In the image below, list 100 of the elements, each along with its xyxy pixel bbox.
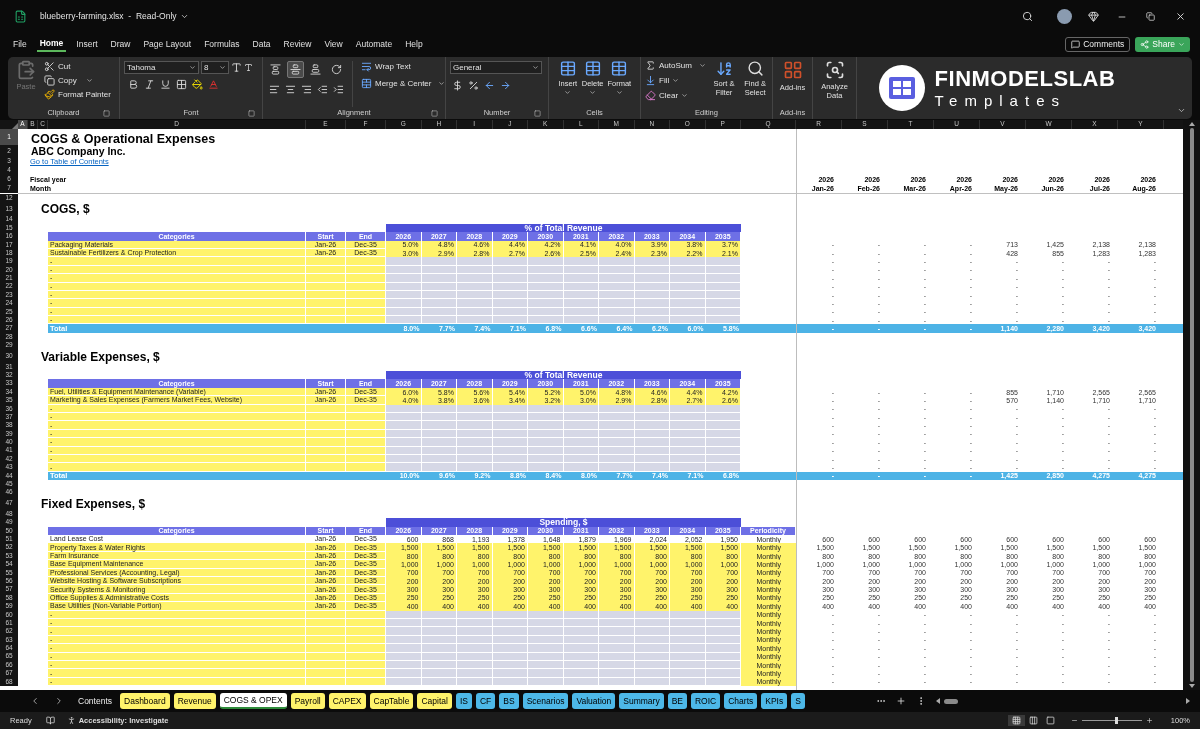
restore-icon[interactable] xyxy=(1146,12,1155,21)
menu-tab[interactable]: File xyxy=(10,36,30,52)
eraser-icon[interactable] xyxy=(645,90,656,101)
view-icon[interactable] xyxy=(1028,716,1038,725)
copy-button[interactable]: Copy xyxy=(44,75,111,86)
number-format-field[interactable]: General xyxy=(450,61,542,74)
sheet-tab[interactable]: Scenarios xyxy=(522,693,569,709)
rotate-icon[interactable] xyxy=(331,64,342,75)
comment-icon[interactable] xyxy=(1071,39,1081,49)
view-icon[interactable] xyxy=(1011,716,1021,725)
sheet-tab[interactable]: KPIs xyxy=(761,693,788,709)
sheet-tab[interactable]: Revenue xyxy=(173,693,216,709)
sheet-tab[interactable]: Dashboard xyxy=(120,693,170,709)
caret-icon[interactable] xyxy=(438,80,446,87)
menu-tab[interactable]: Automate xyxy=(352,36,396,52)
menu-tab[interactable]: View xyxy=(321,36,346,52)
menu-tab[interactable]: Page Layout xyxy=(140,36,195,52)
sheet-tab[interactable]: CapTable xyxy=(369,693,414,709)
sheet-tab[interactable]: S xyxy=(791,693,805,709)
caret-icon[interactable] xyxy=(189,64,196,71)
paintbrush-icon[interactable] xyxy=(44,89,55,100)
dialog-launcher-icon[interactable] xyxy=(248,109,255,117)
copy-icon[interactable] xyxy=(44,75,55,86)
sheet-tab[interactable]: Summary xyxy=(619,693,664,709)
sigma-icon[interactable] xyxy=(645,60,656,71)
next-sheet-icon[interactable] xyxy=(54,696,64,706)
gem-icon[interactable] xyxy=(1088,11,1099,22)
align-left-icon[interactable] xyxy=(269,84,280,95)
sheet-tab[interactable]: CAPEX xyxy=(328,693,366,709)
sheet-tab[interactable]: COGS & OPEX xyxy=(219,693,287,709)
menu-tab[interactable]: Insert xyxy=(73,36,101,52)
menu-tab[interactable]: Help xyxy=(402,36,426,52)
caret-icon[interactable] xyxy=(85,77,93,84)
vertical-scrollbar[interactable] xyxy=(1183,120,1200,690)
view-button[interactable] xyxy=(1007,715,1025,726)
dialog-launcher-icon[interactable] xyxy=(103,109,110,117)
caret-icon[interactable] xyxy=(615,88,623,96)
merge-center-button[interactable]: Merge & Center xyxy=(361,78,446,89)
sheet-tab[interactable]: IS xyxy=(455,693,472,709)
sheet-tab[interactable]: Valuation xyxy=(572,693,616,709)
align-center-icon[interactable] xyxy=(285,84,296,95)
search-icon[interactable] xyxy=(1022,11,1033,22)
dialog-launcher-icon[interactable] xyxy=(534,109,541,117)
zoom-slider[interactable] xyxy=(1081,717,1142,724)
menu-tab[interactable]: Draw xyxy=(107,36,134,52)
format-painter-button[interactable]: Format Painter xyxy=(44,89,111,100)
letter-icon[interactable] xyxy=(231,62,242,73)
caret-icon[interactable] xyxy=(564,88,572,96)
letter-icon[interactable] xyxy=(244,63,253,72)
add-sheet-icon[interactable] xyxy=(896,696,906,706)
align-right-icon[interactable] xyxy=(301,84,312,95)
close-icon[interactable] xyxy=(1175,11,1186,22)
previous-sheet-icon[interactable] xyxy=(30,696,40,706)
merge-cells-icon[interactable] xyxy=(361,78,372,89)
collapse-icon[interactable] xyxy=(1177,106,1186,115)
zoom-in-icon[interactable] xyxy=(1145,717,1153,724)
menu-tab[interactable]: Home xyxy=(36,36,67,52)
italic-icon[interactable] xyxy=(144,79,155,90)
arrow-right-icon[interactable] xyxy=(500,80,511,91)
bold-icon[interactable] xyxy=(128,79,139,90)
wrap-text-button[interactable]: Wrap Text xyxy=(361,61,446,72)
cut-button[interactable]: Cut xyxy=(44,61,111,72)
caret-icon[interactable] xyxy=(219,64,226,71)
horizontal-scrollbar[interactable] xyxy=(936,697,1190,705)
underline-icon[interactable] xyxy=(160,79,171,90)
autosum-button[interactable]: AutoSum xyxy=(645,60,706,71)
search-icon[interactable] xyxy=(746,60,764,77)
sheet-tab[interactable]: Capital xyxy=(417,693,452,709)
wrap-text-icon[interactable] xyxy=(361,61,372,72)
indent-increase-icon[interactable] xyxy=(333,84,344,95)
menu-tab[interactable]: Formulas xyxy=(201,36,243,52)
share-icon[interactable] xyxy=(1140,39,1150,49)
sheet-tab[interactable]: ROIC xyxy=(691,693,721,709)
sheet-tab[interactable]: BS xyxy=(499,693,519,709)
book-icon[interactable] xyxy=(45,716,55,725)
font-name-field[interactable]: Tahoma xyxy=(124,61,199,74)
accessibility-icon[interactable] xyxy=(66,716,76,725)
sheet-tab[interactable]: CF xyxy=(475,693,496,709)
comments-button[interactable]: Comments xyxy=(1065,36,1131,52)
sort-icon[interactable] xyxy=(715,60,733,77)
caret-icon[interactable] xyxy=(698,62,706,69)
scan-icon[interactable] xyxy=(824,60,845,80)
menu-tab[interactable]: Review xyxy=(280,36,315,52)
clear-button[interactable]: Clear xyxy=(645,90,706,101)
fill-button[interactable]: Fill xyxy=(645,75,706,86)
scissors-icon[interactable] xyxy=(44,61,55,72)
percent-icon[interactable] xyxy=(468,80,479,91)
menu-tab[interactable]: Data xyxy=(249,36,274,52)
caret-icon[interactable] xyxy=(589,88,597,96)
zoom-out-icon[interactable] xyxy=(1070,717,1078,724)
view-icon[interactable] xyxy=(1045,716,1055,725)
fill-color-icon[interactable] xyxy=(192,79,203,90)
sheet-tab[interactable]: BE xyxy=(667,693,687,709)
caret-icon[interactable] xyxy=(532,64,539,71)
avatar[interactable] xyxy=(1057,9,1072,24)
borders-icon[interactable] xyxy=(176,79,187,90)
sheet-tab[interactable]: Charts xyxy=(724,693,758,709)
font-size-field[interactable]: 8 xyxy=(201,61,229,74)
indent-decrease-icon[interactable] xyxy=(317,84,328,95)
dialog-launcher-icon[interactable] xyxy=(431,109,438,117)
